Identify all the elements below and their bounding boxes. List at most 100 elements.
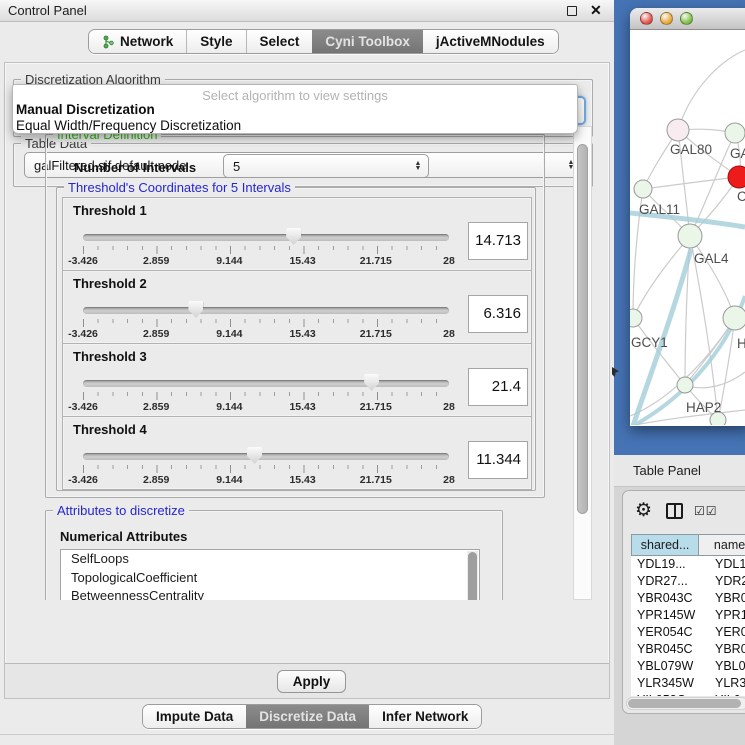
- threshold-slider[interactable]: -3.4262.8599.14415.4321.71528: [83, 301, 449, 341]
- table-cell[interactable]: YIL052C: [631, 692, 708, 696]
- table-cell[interactable]: YDL1: [708, 556, 745, 573]
- table-cell[interactable]: YDR27...: [631, 573, 708, 590]
- tab-label: Infer Network: [382, 709, 468, 724]
- tab-cyni-toolbox[interactable]: Cyni Toolbox: [312, 30, 423, 53]
- table-cell[interactable]: YBR045C: [631, 641, 708, 658]
- table-row[interactable]: YBR043CYBR0: [631, 590, 745, 607]
- slider-thumb[interactable]: [188, 301, 203, 318]
- slider-thumb[interactable]: [364, 374, 379, 391]
- columns-icon[interactable]: [666, 503, 683, 519]
- table-header-row: shared... name: [631, 534, 745, 556]
- table-cell[interactable]: YDR2: [708, 573, 745, 590]
- dropdown-item-equal-width-frequency-discretization[interactable]: Equal Width/Frequency Discretization: [13, 118, 577, 134]
- table-row[interactable]: YBL079WYBL0: [631, 658, 745, 675]
- network-node[interactable]: [667, 119, 689, 141]
- table-cell[interactable]: YBR0: [708, 590, 745, 607]
- mac-zoom-button[interactable]: [680, 12, 693, 25]
- number-of-intervals-value: 5: [224, 159, 410, 174]
- screen: Control Panel ✕ NetworkStyleSelectCyni T…: [0, 0, 745, 745]
- table-horizontal-scrollbar[interactable]: [626, 697, 745, 710]
- mac-minimize-button[interactable]: [660, 12, 673, 25]
- tab-style[interactable]: Style: [187, 30, 246, 53]
- dropdown-items: Manual DiscretizationEqual Width/Frequen…: [13, 102, 577, 134]
- settings-scrollbar-thumb[interactable]: [577, 144, 588, 514]
- algorithm-dropdown-popup: Select algorithm to view settings Manual…: [12, 84, 578, 134]
- dropdown-placeholder-item[interactable]: Select algorithm to view settings: [13, 85, 577, 102]
- column-header-shared-name[interactable]: shared...: [631, 534, 699, 556]
- numerical-attributes-list[interactable]: SelfLoopsTopologicalCoefficientBetweenne…: [60, 549, 480, 600]
- table-row[interactable]: YIL052CYIL0: [631, 692, 745, 696]
- settings-vertical-scrollbar[interactable]: [573, 126, 592, 600]
- slider-track[interactable]: [83, 234, 449, 241]
- threshold-value-field[interactable]: 21.4: [468, 368, 528, 406]
- table-row[interactable]: YLR345WYLR3: [631, 675, 745, 692]
- tick-label: -3.426: [68, 255, 98, 267]
- table-cell[interactable]: YLR3: [708, 675, 745, 692]
- float-window-icon[interactable]: [567, 6, 577, 16]
- attributes-scrollbar[interactable]: [467, 551, 478, 600]
- tab-network[interactable]: Network: [89, 30, 187, 53]
- attribute-item[interactable]: SelfLoops: [61, 550, 479, 569]
- network-node[interactable]: [677, 377, 693, 393]
- tick-label: 21.715: [360, 328, 392, 340]
- table-cell[interactable]: YIL0: [708, 692, 745, 696]
- network-node[interactable]: [728, 166, 745, 188]
- number-of-intervals-spinner[interactable]: 5 ▲▼: [223, 154, 429, 178]
- table-cell[interactable]: YBR043C: [631, 590, 708, 607]
- close-icon[interactable]: ✕: [590, 2, 602, 19]
- slider-tick-labels: -3.4262.8599.14415.4321.71528: [83, 401, 449, 413]
- apply-button[interactable]: Apply: [277, 670, 346, 693]
- table-cell[interactable]: YDL19...: [631, 556, 708, 573]
- gear-icon[interactable]: ⚙: [635, 499, 652, 522]
- network-node[interactable]: [634, 180, 652, 198]
- threshold-slider[interactable]: -3.4262.8599.14415.4321.71528: [83, 447, 449, 487]
- table-row[interactable]: YPR145WYPR1: [631, 607, 745, 624]
- table-cell[interactable]: YLR345W: [631, 675, 708, 692]
- network-node[interactable]: [630, 309, 642, 327]
- threshold-slider[interactable]: -3.4262.8599.14415.4321.71528: [83, 228, 449, 268]
- network-node[interactable]: [678, 224, 702, 248]
- tab-impute-data[interactable]: Impute Data: [143, 705, 246, 728]
- slider-thumb[interactable]: [247, 447, 262, 464]
- tick-label: 28: [443, 474, 455, 486]
- table-cell[interactable]: YBL0: [708, 658, 745, 675]
- tab-infer-network[interactable]: Infer Network: [369, 705, 481, 728]
- dropdown-item-manual-discretization[interactable]: Manual Discretization: [13, 102, 577, 118]
- tab-jactivemnodules[interactable]: jActiveMNodules: [423, 30, 558, 53]
- tab-label: Style: [200, 34, 232, 49]
- network-node[interactable]: [723, 306, 745, 330]
- slider-track[interactable]: [83, 307, 449, 314]
- table-row[interactable]: YER054CYER0: [631, 624, 745, 641]
- slider-track[interactable]: [83, 453, 449, 460]
- tick-label: 2.859: [143, 401, 169, 413]
- threshold-value-field[interactable]: 6.316: [468, 295, 528, 333]
- attribute-item[interactable]: TopologicalCoefficient: [61, 569, 479, 588]
- tab-select[interactable]: Select: [247, 30, 313, 53]
- threshold-panel: Threshold 3 -3.4262.8599.14415.4321.7152…: [62, 343, 532, 417]
- table-row[interactable]: YBR045CYBR0: [631, 641, 745, 658]
- table-hscrollbar-thumb[interactable]: [628, 699, 741, 708]
- attributes-scrollbar-thumb[interactable]: [468, 552, 477, 600]
- table-cell[interactable]: YPR145W: [631, 607, 708, 624]
- table-cell[interactable]: YBR0: [708, 641, 745, 658]
- table-cell[interactable]: YPR1: [708, 607, 745, 624]
- table-row[interactable]: YDR27...YDR2: [631, 573, 745, 590]
- threshold-slider[interactable]: -3.4262.8599.14415.4321.71528: [83, 374, 449, 414]
- table-cell[interactable]: YER0: [708, 624, 745, 641]
- mac-close-button[interactable]: [640, 12, 653, 25]
- attribute-item[interactable]: BetweennessCentrality: [61, 587, 479, 600]
- thresholds-group-title: Threshold's Coordinates for 5 Intervals: [64, 180, 295, 195]
- network-canvas[interactable]: GAL80GACGAL11GAL4GCY1HHAP2: [630, 30, 745, 425]
- slider-thumb[interactable]: [286, 228, 301, 245]
- network-node[interactable]: [725, 123, 745, 143]
- column-header-name[interactable]: name: [699, 534, 745, 556]
- threshold-value-field[interactable]: 11.344: [468, 441, 528, 479]
- threshold-value-field[interactable]: 14.713: [468, 222, 528, 260]
- table-cell[interactable]: YER054C: [631, 624, 708, 641]
- tick-label: -3.426: [68, 328, 98, 340]
- table-cell[interactable]: YBL079W: [631, 658, 708, 675]
- table-row[interactable]: YDL19...YDL1: [631, 556, 745, 573]
- slider-track[interactable]: [83, 380, 449, 387]
- checkbox-icons[interactable]: ☑☑: [694, 504, 718, 518]
- tab-discretize-data[interactable]: Discretize Data: [246, 705, 369, 728]
